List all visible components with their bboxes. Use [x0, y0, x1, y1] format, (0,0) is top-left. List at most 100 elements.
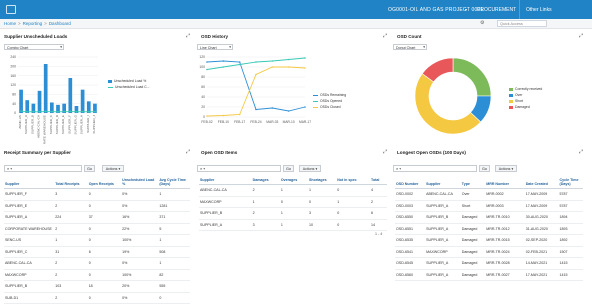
table-cell: 0	[87, 257, 122, 270]
chart-type-select[interactable]: Combo Chart ▾	[4, 44, 64, 50]
column-header[interactable]: Avg Cycle Time (Days)	[158, 177, 190, 189]
table-row[interactable]: MAXWCORP 2 0 100% 82	[4, 269, 190, 281]
table-row[interactable]: SUPPLIER_A 3 1 10 0 14	[199, 219, 387, 231]
legend-item[interactable]: OSDs Closed	[313, 104, 346, 110]
gear-icon[interactable]: ⚙	[480, 20, 484, 26]
x-tick-label: ABENC-CAL-CA	[37, 114, 41, 138]
column-header[interactable]: Supplier	[199, 177, 252, 185]
line-point	[20, 110, 22, 113]
table-row[interactable]: SUPPLIER_C 31 6 19% 508	[4, 246, 190, 258]
chevron-down-icon[interactable]: ▾	[465, 7, 467, 12]
table-cell: 1	[279, 184, 309, 197]
line-point	[287, 58, 290, 61]
table-cell: 1	[251, 196, 280, 208]
table-row[interactable]: OSD-6550 SUPPLIER_B Damaged MRR-TR-0010 30-A…	[395, 211, 583, 224]
breadcrumb-home[interactable]: Home	[4, 21, 16, 26]
table-row[interactable]: SUPPLIER_B 2 1 3 0 6	[199, 207, 387, 220]
search-input[interactable]: ⌕ ▾	[393, 165, 477, 172]
actions-menu-button[interactable]: Actions ▾	[299, 165, 321, 172]
other-links-menu[interactable]: Other Links	[526, 7, 552, 13]
column-header[interactable]: OSD Number	[395, 177, 426, 189]
column-header[interactable]: Overages	[279, 177, 309, 185]
expand-icon[interactable]: ⤢	[383, 33, 387, 39]
table-cell: 1	[336, 196, 371, 208]
osd-count-panel: OSD Count ⤢ Donut Chart ▾ Correctly recei…	[393, 33, 583, 144]
actions-menu-button[interactable]: Actions ▾	[495, 165, 517, 172]
x-tick-label: CORPORATE WAREHOUSE	[43, 115, 47, 144]
actions-menu-button[interactable]: Actions ▾	[102, 165, 124, 172]
panel-title: Open OSD Items	[201, 150, 238, 155]
x-tick-label: FEB-02	[201, 120, 212, 124]
table-row[interactable]: ABENC-CAL-CA 2 0 0% 1	[4, 257, 190, 270]
table-row[interactable]: SUB-D1 2 0 0% 0	[4, 292, 190, 304]
table-row[interactable]: OSD-0003 SUPPLIER_A Short MRR-0003 17-MAY-20…	[395, 200, 583, 212]
table-row[interactable]: MAXWCORP 1 0 0 1 2	[199, 196, 387, 208]
table-cell: 3	[54, 188, 88, 201]
go-button[interactable]: Go	[84, 165, 95, 172]
table-row[interactable]: OSD-6535 SUPPLIER_A Damaged MRR-TR-0015 02-S…	[395, 234, 583, 247]
table-cell: Damaged	[460, 234, 486, 247]
legend-swatch	[509, 87, 513, 91]
table-row[interactable]: CORPORATE WAREHOUSE 2 0 22% 5	[4, 223, 190, 235]
table-cell: 0	[87, 223, 122, 235]
table-cell: 31-AUG-2020	[524, 223, 559, 235]
table-row[interactable]: SUPPLIER_E 2 0 0% 1281	[4, 200, 190, 212]
project-selector[interactable]: OG0001-OIL AND GAS PROJECT 0001	[388, 7, 483, 13]
column-header[interactable]: Supplier	[425, 177, 461, 189]
table-row[interactable]: OSD-0002 ABENC-CAL-CA Over MRR-0002 17-MAY-2…	[395, 188, 583, 201]
table-row[interactable]: OSD-6541 MAXWCORP Damaged MRR-TR-0024 02-FEB…	[395, 246, 583, 258]
column-header[interactable]: Damages	[251, 177, 280, 185]
column-header[interactable]: Type	[460, 177, 486, 189]
go-button[interactable]: Go	[283, 165, 294, 172]
table-row[interactable]: OSD-6545 SUPPLIER_A Damaged MRR-TR-0028 14-M…	[395, 257, 583, 270]
table-cell: 22%	[121, 223, 159, 235]
column-header[interactable]: Supplier	[4, 177, 55, 189]
table-row[interactable]: ABENC-CAL-CA 2 1 1 0 4	[199, 184, 387, 197]
table-cell: 0	[336, 219, 371, 231]
procurement-menu[interactable]: PROCUREMENT	[477, 7, 516, 13]
column-header[interactable]: Total Receipts	[54, 177, 88, 189]
table-row[interactable]: SUPPLIER_F 3 0 0% 1	[4, 188, 190, 201]
table-cell: 103	[54, 280, 88, 293]
column-header[interactable]: Cycle Time (Days)	[558, 177, 583, 189]
x-tick-label: SUPPLIER_H	[80, 115, 84, 134]
column-header[interactable]: Not in spec	[336, 177, 371, 185]
chart-type-select[interactable]: Donut Chart ▾	[393, 44, 427, 50]
pagination[interactable]: 1 - 4	[375, 232, 382, 236]
column-header[interactable]: Total	[370, 177, 387, 185]
expand-icon[interactable]: ⤢	[186, 149, 190, 155]
longest-open-panel: Longest Open OSDs (100 Days) ⤢ ⌕ ▾ Go Ac…	[393, 149, 583, 304]
table-row[interactable]: OSD-6560 SUPPLIER_A Damaged MRR-TR-0027 17-M…	[395, 269, 583, 281]
home-logo-icon[interactable]	[6, 5, 16, 14]
expand-icon[interactable]: ⤢	[579, 149, 583, 155]
line-point	[304, 57, 306, 59]
table-cell: 17-MAY-2009	[524, 200, 559, 212]
line-point	[271, 66, 274, 68]
table-row[interactable]: OSD-6551 SUPPLIER_A Damaged MRR-TR-0012 31-A…	[395, 223, 583, 235]
chevron-down-icon: ▾	[203, 166, 206, 171]
legend-item[interactable]: Unscheduled Load C...	[108, 84, 150, 90]
table-row[interactable]: SUPPLIER_B 103 18 20% 555	[4, 280, 190, 293]
column-header[interactable]: Date Created	[524, 177, 559, 189]
y-tick-label: 240	[10, 55, 16, 59]
go-button[interactable]: Go	[479, 165, 490, 172]
quick-access-input[interactable]: Quick Access	[497, 20, 547, 27]
legend-item[interactable]: Damaged	[509, 104, 542, 110]
column-header[interactable]: Unscheduled Load %	[121, 177, 159, 189]
table-cell: SUPPLIER_E	[4, 200, 55, 212]
column-header[interactable]: Open Receipts	[87, 177, 122, 189]
table-row[interactable]: SENC-US 1 0 100% 1	[4, 234, 190, 247]
breadcrumb-reporting[interactable]: Reporting	[23, 21, 43, 26]
expand-icon[interactable]: ⤢	[186, 33, 190, 39]
x-tick-label: SUPPLIER_D	[55, 114, 59, 134]
column-header[interactable]: Shortages	[308, 177, 337, 185]
expand-icon[interactable]: ⤢	[383, 149, 387, 155]
expand-icon[interactable]: ⤢	[579, 33, 583, 39]
column-header[interactable]: MRR Number	[485, 177, 525, 189]
table-cell: SUPPLIER_C	[4, 246, 55, 258]
search-input[interactable]: ⌕ ▾	[197, 165, 281, 172]
search-input[interactable]: ⌕ ▾	[4, 165, 82, 172]
table-cell: 17-MAY-2009	[524, 188, 559, 201]
chart-type-select[interactable]: Line Chart ▾	[197, 44, 233, 50]
table-row[interactable]: SUPPLIER_A 224 37 16% 371	[4, 211, 190, 224]
